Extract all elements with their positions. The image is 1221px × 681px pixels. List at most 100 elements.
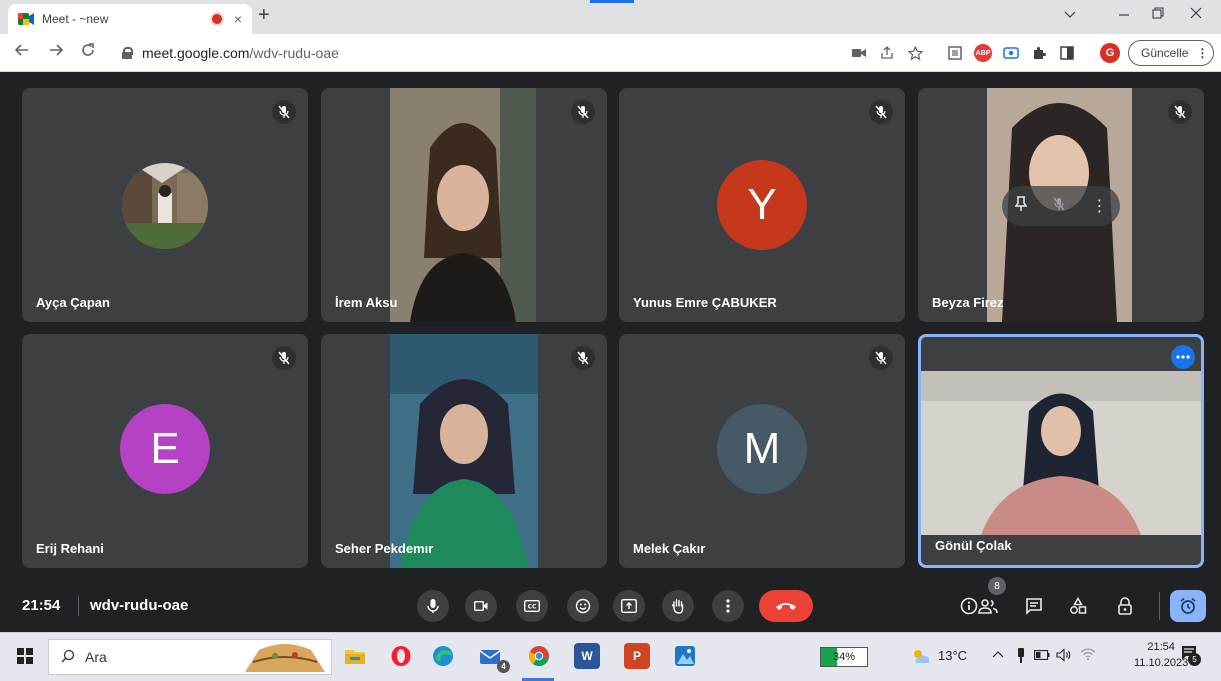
captions-button[interactable]: CC xyxy=(516,590,548,622)
weather-icon[interactable] xyxy=(910,648,932,667)
mic-off-icon xyxy=(869,100,893,124)
usb-device-icon[interactable] xyxy=(1016,648,1026,667)
photos-icon[interactable] xyxy=(672,643,698,669)
participant-name: Ayça Çapan xyxy=(36,295,110,310)
present-screen-button[interactable] xyxy=(613,590,645,622)
leave-call-button[interactable] xyxy=(759,590,813,622)
tab-title: Meet - ~new xyxy=(42,12,109,26)
wifi-icon[interactable] xyxy=(1080,648,1096,663)
participant-tile-self[interactable]: Gönül Çolak xyxy=(918,334,1204,568)
tab-strip: Meet - ~new × + xyxy=(0,0,1221,34)
participant-letter-avatar: M xyxy=(717,404,807,494)
participant-letter-avatar: E xyxy=(120,404,210,494)
participant-tile[interactable]: Y Yunus Emre ÇABUKER xyxy=(619,88,905,322)
participant-tile[interactable]: ⋮ Beyza Firez xyxy=(918,88,1204,322)
participant-name: Yunus Emre ÇABUKER xyxy=(633,295,777,310)
extensions-puzzle-icon[interactable] xyxy=(1030,44,1048,62)
battery-percent: 34% xyxy=(832,651,856,663)
browser-toolbar: meet.google.com/wdv-rudu-oae ABP G Günce… xyxy=(0,34,1221,72)
tab-search-indicator xyxy=(590,0,634,3)
windows-taskbar: Ara 4 W P 34% 13°C 21:54 11.10.2023 5 xyxy=(0,632,1221,681)
participant-photo-avatar xyxy=(122,163,208,249)
extension-record-icon[interactable] xyxy=(1002,44,1020,62)
minimize-icon[interactable] xyxy=(1118,6,1130,22)
temperature[interactable]: 13°C xyxy=(938,648,967,663)
participant-name: Seher Pekdemır xyxy=(335,541,434,556)
new-tab-button[interactable]: + xyxy=(258,4,270,27)
address-bar[interactable]: meet.google.com/wdv-rudu-oae xyxy=(112,39,842,67)
close-window-icon[interactable] xyxy=(1190,6,1202,22)
participant-video xyxy=(390,88,536,322)
participant-count-badge: 8 xyxy=(988,577,1006,595)
participant-tile[interactable]: M Melek Çakır xyxy=(619,334,905,568)
profile-avatar[interactable]: G xyxy=(1100,43,1120,63)
participant-tile[interactable]: E Erij Rehani xyxy=(22,334,308,568)
meeting-clock: 21:54 xyxy=(22,597,61,614)
participant-name: İrem Aksu xyxy=(335,295,398,310)
tile-hover-controls: ⋮ xyxy=(1002,186,1120,226)
bookmark-star-icon[interactable] xyxy=(906,44,924,62)
adblock-plus-icon[interactable]: ABP xyxy=(974,44,992,62)
share-icon[interactable] xyxy=(878,44,896,62)
participant-tile[interactable]: İrem Aksu xyxy=(321,88,607,322)
divider xyxy=(78,596,79,616)
edge-browser-icon[interactable] xyxy=(430,643,456,669)
chat-icon[interactable] xyxy=(1022,594,1046,618)
mic-off-icon xyxy=(272,346,296,370)
mic-off-icon xyxy=(869,346,893,370)
side-panel-icon[interactable] xyxy=(1058,44,1076,62)
volume-icon[interactable] xyxy=(1056,648,1072,665)
more-options-icon[interactable]: ⋮ xyxy=(1091,196,1107,216)
search-banner-image xyxy=(245,642,325,672)
mute-participant-icon[interactable] xyxy=(1052,197,1066,216)
pin-icon[interactable] xyxy=(1014,195,1028,217)
notification-count-badge: 5 xyxy=(1188,653,1201,666)
activities-icon[interactable] xyxy=(1066,594,1090,618)
participant-letter-avatar: Y xyxy=(717,160,807,250)
camera-in-use-icon[interactable] xyxy=(850,44,868,62)
camera-button[interactable] xyxy=(465,590,497,622)
chrome-browser-icon[interactable] xyxy=(526,643,552,669)
windows-start-icon[interactable] xyxy=(12,643,38,669)
back-arrow-icon[interactable] xyxy=(14,42,30,63)
timer-alarm-button[interactable] xyxy=(1170,590,1206,622)
self-video xyxy=(921,371,1201,535)
participant-tile[interactable]: Seher Pekdemır xyxy=(321,334,607,568)
meeting-code: wdv-rudu-oae xyxy=(90,597,189,614)
participant-name: Melek Çakır xyxy=(633,541,706,556)
update-button[interactable]: Güncelle ⋮ xyxy=(1128,40,1214,66)
file-explorer-icon[interactable] xyxy=(342,643,368,669)
opera-browser-icon[interactable] xyxy=(388,643,414,669)
meet-favicon-icon xyxy=(18,13,34,25)
mic-off-icon xyxy=(1168,100,1192,124)
recording-indicator-icon xyxy=(211,14,222,24)
tray-chevron-up-icon[interactable] xyxy=(992,648,1004,663)
participant-name: Erij Rehani xyxy=(36,541,104,556)
more-options-button[interactable] xyxy=(712,590,744,622)
taskbar-search-box[interactable]: Ara xyxy=(48,639,332,675)
raise-hand-button[interactable] xyxy=(662,590,694,622)
battery-indicator[interactable]: 34% xyxy=(820,647,868,667)
forward-arrow-icon[interactable] xyxy=(48,42,64,63)
participant-name: Gönül Çolak xyxy=(935,538,1012,553)
microphone-button[interactable] xyxy=(417,590,449,622)
notification-center-icon[interactable]: 5 xyxy=(1180,644,1201,669)
tab-search-chevron-icon[interactable] xyxy=(1064,6,1076,22)
participant-tile[interactable]: Ayça Çapan xyxy=(22,88,308,322)
host-controls-lock-icon[interactable] xyxy=(1113,594,1137,618)
self-more-options-icon[interactable] xyxy=(1171,345,1195,369)
browser-tab-meet[interactable]: Meet - ~new × xyxy=(8,4,252,34)
lock-icon[interactable] xyxy=(122,47,133,59)
mail-badge: 4 xyxy=(497,660,510,673)
tab-close-icon[interactable]: × xyxy=(234,11,242,27)
extension-screenshot-icon[interactable] xyxy=(946,44,964,62)
powerpoint-icon[interactable]: P xyxy=(624,643,650,669)
participant-name: Beyza Firez xyxy=(932,295,1004,310)
emoji-reaction-button[interactable] xyxy=(567,590,599,622)
word-icon[interactable]: W xyxy=(574,643,600,669)
reload-icon[interactable] xyxy=(80,42,96,63)
battery-tray-icon[interactable] xyxy=(1034,648,1050,663)
mail-icon[interactable]: 4 xyxy=(478,643,510,673)
restore-icon[interactable] xyxy=(1152,6,1164,22)
people-icon[interactable] xyxy=(976,594,1000,618)
